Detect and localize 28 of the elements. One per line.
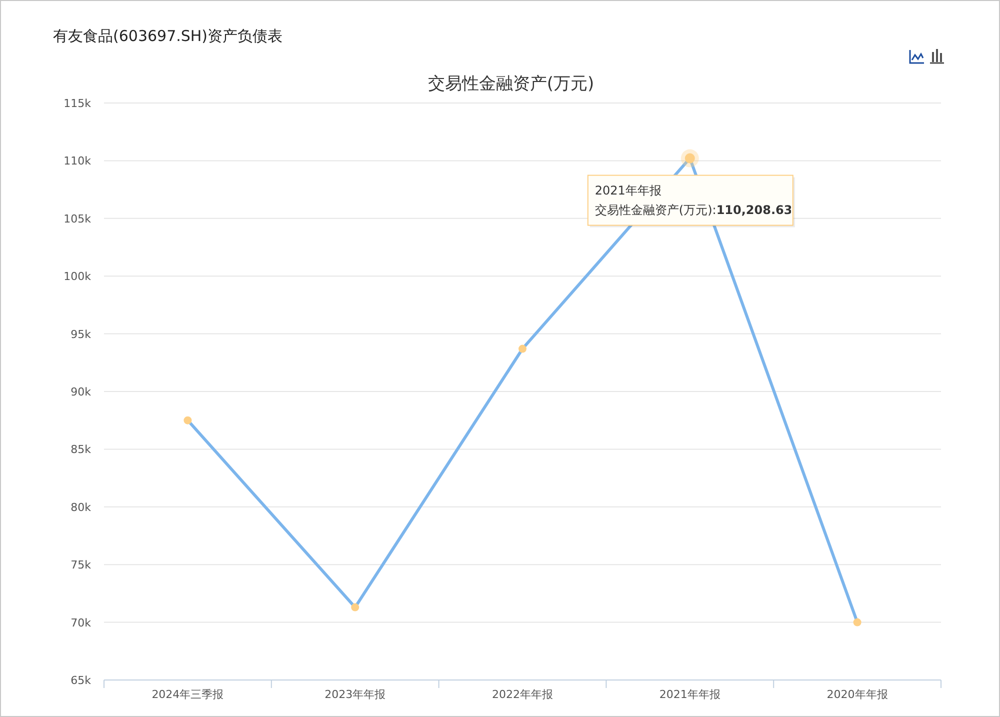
y-axis-label: 85k [70, 443, 91, 456]
tooltip-value: 交易性金融资产(万元):110,208.63 [594, 202, 791, 218]
bar-chart-icon [929, 48, 945, 64]
y-axis-label: 95k [70, 328, 91, 341]
y-axis-label: 90k [70, 386, 91, 398]
x-axis-label: 2021年年报 [659, 688, 720, 701]
tooltip-title: 2021年年报 [594, 183, 662, 198]
line-chart-icon [909, 48, 925, 64]
y-axis-label: 75k [70, 558, 91, 572]
y-axis-label: 115k [64, 97, 91, 110]
y-axis-label: 70k [70, 616, 91, 630]
data-point [184, 416, 192, 424]
x-axis-label: 2024年三季报 [152, 688, 224, 701]
x-axis-label: 2022年年报 [492, 688, 553, 701]
x-axis-label: 2023年年报 [324, 688, 386, 701]
x-axis-label: 2020年年报 [826, 688, 888, 701]
line-chart-button[interactable] [909, 48, 925, 64]
y-axis-label: 80k [70, 500, 91, 514]
y-axis-label: 110k [64, 154, 91, 168]
bar-chart-button[interactable] [929, 48, 945, 64]
y-axis-label: 100k [64, 270, 91, 284]
data-point [518, 344, 526, 353]
y-axis-label: 105k [64, 212, 91, 226]
y-axis-label: 65k [70, 674, 91, 687]
data-point [351, 603, 360, 612]
data-point [853, 618, 862, 626]
page-title: 有友食品(603697.SH)资产负债表 [53, 27, 283, 46]
chart-title: 交易性金融资产(万元) [428, 74, 594, 94]
